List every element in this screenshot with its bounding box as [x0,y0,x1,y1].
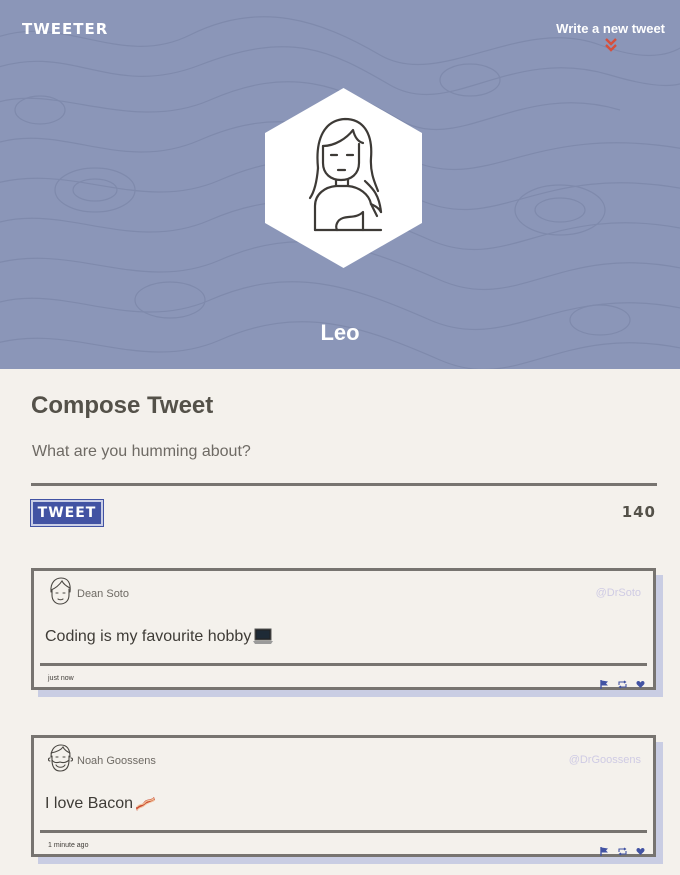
bearded-man-avatar-icon [47,744,74,772]
tweet-author[interactable]: Dean Soto [77,588,129,600]
tweet-button[interactable]: TWEET [30,499,104,527]
tweet-handle[interactable]: @DrSoto [596,587,641,599]
tweet-handle[interactable]: @DrGoossens [569,754,641,766]
profile-header: TWEETER Write a new tweet Leo [0,0,680,369]
profile-avatar [265,88,422,268]
tweet-actions [600,841,645,856]
app-logo[interactable]: TWEETER [22,20,108,38]
write-new-tweet-label: Write a new tweet [556,21,665,36]
tweet-body: I love Bacon [45,794,156,814]
character-counter: 140 [621,503,656,521]
write-new-tweet-link[interactable]: Write a new tweet [556,21,665,52]
flag-icon[interactable] [600,841,609,856]
heart-icon[interactable] [636,841,645,855]
heart-icon[interactable] [636,674,645,688]
tweet-card: Noah Goossens @DrGoossens I love Bacon 1… [31,735,656,857]
double-chevron-down-icon[interactable] [604,38,617,52]
compose-input[interactable] [31,440,657,486]
tweet-timestamp: just now [48,675,74,682]
man-avatar-icon [50,577,71,605]
tweet-text: I love Bacon [45,795,134,812]
tweet-card: Dean Soto @DrSoto Coding is my favourite… [31,568,656,690]
tweet-divider [40,663,647,666]
tweet-body: Coding is my favourite hobby [45,627,274,647]
tweet-actions [600,674,645,689]
tweet-divider [40,830,647,833]
tweet-author[interactable]: Noah Goossens [77,755,156,767]
tweet-timestamp: 1 minute ago [48,842,89,849]
profile-name: Leo [320,320,360,345]
tweet-text: Coding is my favourite hobby [45,628,252,645]
flag-icon[interactable] [600,674,609,689]
retweet-icon[interactable] [618,841,627,856]
compose-title: Compose Tweet [31,392,214,419]
laptop-icon [253,628,274,644]
retweet-icon[interactable] [618,674,627,689]
bacon-icon [136,797,156,811]
